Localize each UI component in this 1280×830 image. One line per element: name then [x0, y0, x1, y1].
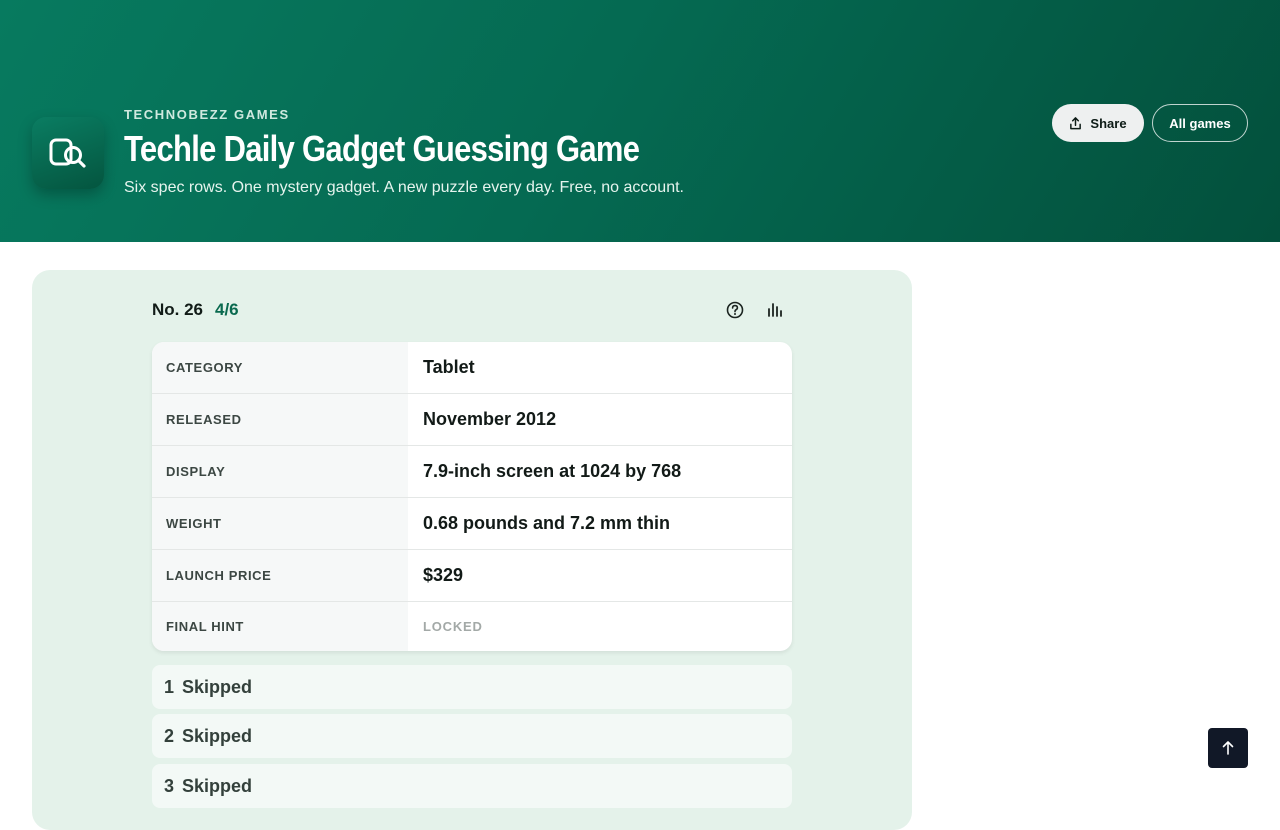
guess-number: 3 [164, 775, 175, 796]
bar-chart-icon[interactable] [765, 300, 785, 320]
spec-row-display: DISPLAY 7.9-inch screen at 1024 by 768 [152, 446, 792, 498]
puzzle-header: No. 26 4/6 [152, 300, 792, 320]
guess-row: 3 Skipped [152, 764, 792, 808]
guess-number: 2 [164, 725, 175, 746]
spec-value: $329 [423, 565, 464, 585]
arrow-up-icon [1222, 741, 1234, 755]
spec-value: 0.68 pounds and 7.2 mm thin [423, 513, 671, 533]
spec-table: CATEGORY Tablet RELEASED November 2012 D… [152, 342, 792, 651]
locked-hint-value: LOCKED [423, 619, 483, 634]
guess-number: 1 [164, 676, 175, 697]
all-games-button[interactable]: All games [1152, 104, 1248, 142]
spec-value: 7.9-inch screen at 1024 by 768 [423, 461, 682, 481]
page-title: Techle Daily Gadget Guessing Game [124, 128, 640, 169]
guess-row: 1 Skipped [152, 665, 792, 709]
attempts-counter: 4/6 [215, 300, 239, 319]
spec-row-released: RELEASED November 2012 [152, 394, 792, 446]
spec-key: FINAL HINT [152, 602, 408, 651]
share-icon [1070, 116, 1082, 129]
spec-key: WEIGHT [152, 498, 408, 549]
spec-row-weight: WEIGHT 0.68 pounds and 7.2 mm thin [152, 498, 792, 550]
page-header: TECHNOBEZZ GAMES Techle Daily Gadget Gue… [0, 0, 1280, 242]
page-subtitle: Six spec rows. One mystery gadget. A new… [124, 179, 684, 196]
game-logo [32, 117, 104, 189]
all-games-label: All games [1169, 115, 1231, 131]
share-button[interactable]: Share [1052, 104, 1144, 142]
spec-key: RELEASED [152, 394, 408, 445]
guess-row: 2 Skipped [152, 714, 792, 758]
help-circle-icon[interactable] [725, 300, 745, 320]
guess-label: Skipped [182, 775, 253, 796]
guess-label: Skipped [182, 725, 253, 746]
guess-label: Skipped [182, 676, 253, 697]
search-gadget-icon [49, 138, 86, 168]
spec-value: November 2012 [423, 409, 557, 429]
spec-key: CATEGORY [152, 342, 408, 393]
spec-row-launch-price: LAUNCH PRICE $329 [152, 550, 792, 602]
spec-key: DISPLAY [152, 446, 408, 497]
spec-row-category: CATEGORY Tablet [152, 342, 792, 394]
share-button-label: Share [1090, 115, 1127, 131]
spec-key: LAUNCH PRICE [152, 550, 408, 601]
puzzle-number: No. 26 [152, 300, 204, 319]
back-to-top-button[interactable] [1208, 728, 1248, 768]
spec-value: Tablet [423, 357, 475, 377]
spec-row-final-hint: FINAL HINT LOCKED [152, 602, 792, 651]
brand-kicker: TECHNOBEZZ GAMES [124, 107, 290, 122]
